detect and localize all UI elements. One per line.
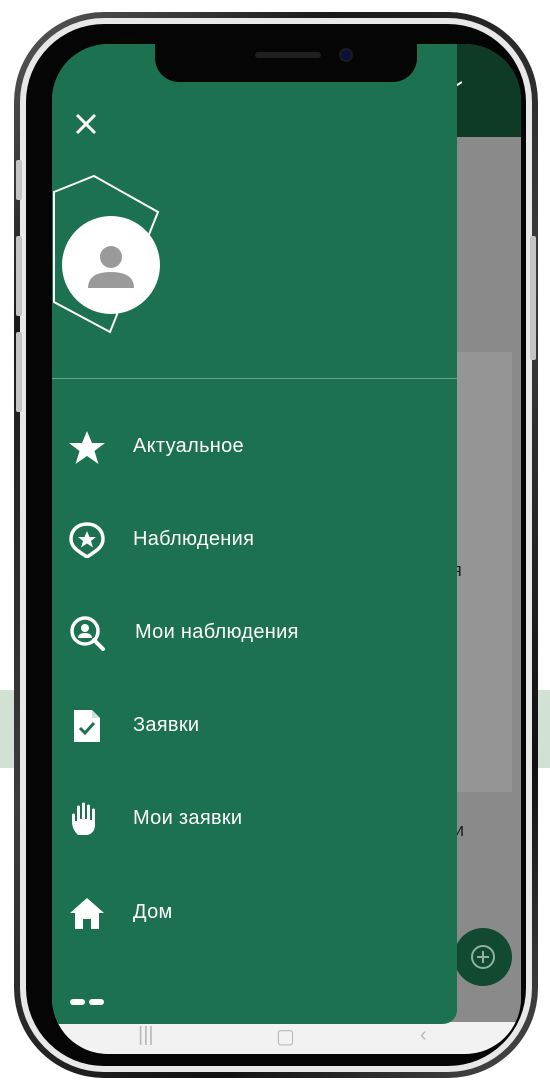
menu-item-label: Актуальное — [133, 435, 244, 457]
star-pin-icon — [69, 522, 105, 558]
phone-screen: я и ||| ▢ ‹ — [52, 44, 521, 1054]
menu-item-label: Дом — [133, 901, 173, 923]
menu-item-moi-zayavki[interactable]: Мои заявки — [52, 788, 457, 848]
person-avatar-icon — [88, 246, 134, 288]
volume-down-button — [16, 332, 22, 412]
menu-item-label: Наблюдения — [133, 528, 255, 550]
add-fab-button[interactable] — [454, 928, 512, 986]
menu-item-label: Заявки — [133, 714, 200, 736]
menu-item-aktualnoe[interactable]: Актуальное — [52, 416, 457, 476]
mute-switch — [16, 160, 22, 200]
power-button — [530, 236, 536, 360]
avatar[interactable] — [62, 216, 160, 314]
menu-item-moi-nablyudeniya[interactable]: Мои наблюдения — [52, 602, 457, 662]
recent-apps-icon[interactable]: ||| — [138, 1024, 154, 1047]
volume-up-button — [16, 236, 22, 316]
close-icon — [75, 113, 97, 135]
partial-menu-icon — [70, 999, 104, 1005]
hand-icon — [72, 802, 95, 835]
home-icon — [70, 898, 104, 929]
menu-item-dom[interactable]: Дом — [52, 882, 457, 942]
document-check-icon — [74, 710, 100, 742]
front-camera — [339, 48, 353, 62]
screenshot-stage: я и ||| ▢ ‹ — [0, 0, 550, 1084]
back-nav-icon[interactable]: ‹ — [420, 1024, 427, 1047]
navigation-drawer: Актуальное Наблюдения Мои наблюдения Зая… — [52, 44, 457, 1024]
menu-item-label: Мои заявки — [133, 807, 243, 829]
speaker-grille — [255, 52, 321, 58]
close-drawer-button[interactable] — [70, 108, 102, 140]
phone-notch — [155, 44, 417, 82]
home-nav-icon[interactable]: ▢ — [276, 1024, 295, 1049]
menu-item-nablyudeniya[interactable]: Наблюдения — [52, 509, 457, 569]
menu-item-label: Мои наблюдения — [135, 621, 299, 643]
menu-item-partial[interactable] — [52, 974, 457, 1024]
system-nav-bar: ||| ▢ ‹ — [52, 1022, 521, 1054]
menu-item-zayavki[interactable]: Заявки — [52, 695, 457, 755]
person-search-icon — [70, 616, 105, 651]
drawer-divider — [52, 378, 457, 379]
star-icon — [69, 431, 105, 464]
